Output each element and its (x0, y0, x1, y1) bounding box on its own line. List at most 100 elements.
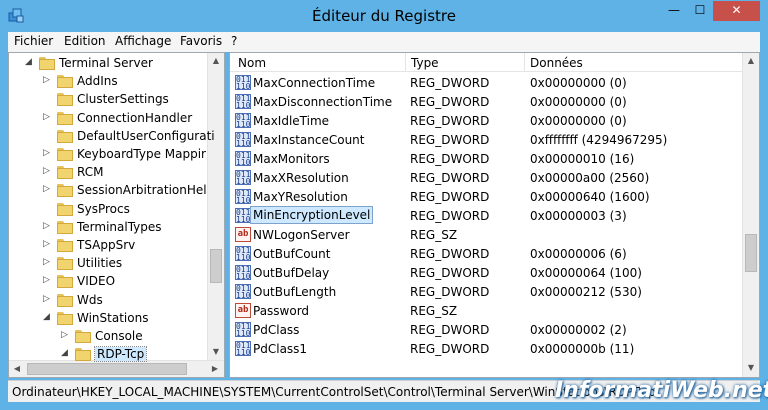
menu-help[interactable]: ? (231, 34, 237, 48)
folder-icon (57, 166, 73, 180)
binary-value-icon: 011 110 (235, 208, 251, 224)
binary-value-icon: 011 110 (235, 246, 251, 262)
expand-arrow-icon[interactable]: ▷ (43, 294, 53, 304)
column-header-name[interactable]: Nom (238, 56, 266, 70)
folder-icon (57, 75, 73, 89)
registry-value-row[interactable]: 011 110 MaxInstanceCount REG_DWORD 0xffffff… (230, 130, 743, 149)
value-name: OutBufCount (253, 247, 331, 261)
registry-value-row[interactable]: 011 110 MaxXResolution REG_DWORD 0x00000a00… (230, 168, 743, 187)
value-type: REG_DWORD (410, 342, 490, 356)
folder-icon (57, 129, 73, 143)
registry-value-row[interactable]: 011 110 PdClass REG_DWORD 0x00000002 (2) (230, 320, 743, 339)
tree-item-label: RDP-Tcp (93, 346, 148, 363)
value-type: REG_DWORD (410, 266, 490, 280)
binary-value-icon: 011 110 (235, 341, 251, 357)
title-bar[interactable]: Éditeur du Registre — ☐ ✕ (0, 0, 768, 32)
tree-item-label: AddIns (77, 74, 118, 89)
scroll-thumb[interactable] (745, 234, 757, 272)
list-vertical-scrollbar[interactable]: ▲ ▼ (742, 53, 759, 377)
value-type: REG_DWORD (410, 152, 490, 166)
column-divider[interactable] (524, 53, 525, 72)
registry-value-row[interactable]: 011 110 MaxYResolution REG_DWORD 0x00000640… (230, 187, 743, 206)
registry-value-row[interactable]: 011 110 MinEncryptionLevel REG_DWORD 0x0000… (230, 206, 743, 225)
expand-arrow-icon[interactable]: ▷ (43, 75, 53, 85)
binary-value-icon: 011 110 (235, 94, 251, 110)
scroll-down-arrow-icon[interactable]: ▼ (743, 360, 759, 376)
menu-fichier[interactable]: Fichier (14, 34, 53, 48)
scroll-up-arrow-icon[interactable]: ▲ (208, 53, 224, 69)
expand-arrow-icon[interactable]: ▷ (43, 239, 53, 249)
value-name: NWLogonServer (253, 228, 350, 242)
registry-value-row[interactable]: 011 110 OutBufLength REG_DWORD 0x00000212 (… (230, 282, 743, 301)
tree-item-label: DefaultUserConfigurati (77, 128, 215, 143)
scroll-thumb-horizontal[interactable] (27, 363, 187, 375)
value-name: PdClass1 (253, 342, 308, 356)
column-header-type[interactable]: Type (411, 56, 439, 70)
value-data: 0x0000000b (11) (530, 342, 635, 356)
registry-values-list[interactable]: Nom Type Données ▲ ▼ 011 110 MaxConnectio… (229, 52, 760, 378)
expand-arrow-icon[interactable]: ▷ (61, 330, 71, 340)
menu-affichage[interactable]: Affichage (115, 34, 171, 48)
column-divider[interactable] (405, 53, 406, 72)
menu-bar: Fichier Edition Affichage Favoris ? (8, 32, 760, 52)
registry-value-row[interactable]: 011 110 MaxDisconnectionTime REG_DWORD 0x00… (230, 92, 743, 111)
scroll-right-arrow-icon[interactable]: ▶ (207, 361, 223, 377)
collapse-arrow-icon[interactable]: ◢ (25, 57, 35, 67)
scroll-left-arrow-icon[interactable]: ◀ (9, 361, 25, 377)
registry-value-row[interactable]: 011 110 MaxMonitors REG_DWORD 0x00000010 (1… (230, 149, 743, 168)
folder-icon (57, 202, 73, 216)
value-type: REG_DWORD (410, 323, 490, 337)
registry-value-row[interactable]: 011 110 OutBufCount REG_DWORD 0x00000006 (6… (230, 244, 743, 263)
registry-value-row[interactable]: ab NWLogonServer REG_SZ (230, 225, 743, 244)
expand-arrow-icon[interactable]: ▷ (43, 275, 53, 285)
collapse-arrow-icon[interactable]: ◢ (61, 348, 71, 358)
registry-value-row[interactable]: 011 110 OutBufDelay REG_DWORD 0x00000064 (1… (230, 263, 743, 282)
value-name: Password (253, 304, 310, 318)
registry-tree[interactable]: ▲ ▼ ◀ ▶ ◢ Terminal Server ▷ AddIns ClusterSe… (8, 52, 225, 378)
value-name: MaxMonitors (253, 152, 330, 166)
folder-icon (57, 239, 73, 252)
binary-value-icon: 011 110 (235, 151, 251, 167)
expand-arrow-icon[interactable]: ▷ (43, 112, 53, 122)
menu-favoris[interactable]: Favoris (180, 34, 222, 48)
value-type: REG_DWORD (410, 285, 490, 299)
registry-editor-window: Éditeur du Registre — ☐ ✕ Fichier Editio… (0, 0, 768, 410)
watermark-logo: InformatiWeb.net (555, 378, 768, 403)
folder-icon (57, 93, 73, 107)
tree-item-label: TSAppSrv (77, 238, 136, 252)
tree-item-label: SessionArbitrationHel (77, 183, 207, 198)
tree-vertical-scrollbar[interactable]: ▲ ▼ (207, 53, 224, 360)
folder-icon (75, 348, 91, 362)
binary-value-icon: 011 110 (235, 189, 251, 205)
expand-arrow-icon[interactable]: ▷ (43, 221, 53, 231)
registry-value-row[interactable]: 011 110 MaxConnectionTime REG_DWORD 0x00000… (230, 73, 743, 92)
column-header-data[interactable]: Données (530, 56, 583, 70)
expand-arrow-icon[interactable]: ▷ (43, 148, 53, 158)
value-name: MaxInstanceCount (253, 133, 365, 147)
value-data: 0x00000006 (6) (530, 247, 627, 261)
tree-horizontal-scrollbar[interactable]: ◀ ▶ (9, 360, 224, 377)
value-name: MinEncryptionLevel (249, 206, 374, 224)
scroll-down-arrow-icon[interactable]: ▼ (208, 344, 224, 360)
expand-arrow-icon[interactable]: ▷ (43, 257, 53, 267)
minimize-button[interactable]: — (661, 1, 687, 21)
collapse-arrow-icon[interactable]: ◢ (43, 312, 53, 322)
folder-icon (39, 57, 55, 70)
maximize-button[interactable]: ☐ (687, 1, 713, 21)
value-type: REG_DWORD (410, 133, 490, 147)
scroll-thumb[interactable] (210, 249, 222, 283)
registry-value-row[interactable]: 011 110 MaxIdleTime REG_DWORD 0x00000000 (0… (230, 111, 743, 130)
string-value-icon: ab (235, 227, 251, 242)
scroll-up-arrow-icon[interactable]: ▲ (743, 53, 759, 69)
value-name: OutBufDelay (253, 266, 330, 280)
expand-arrow-icon[interactable]: ▷ (43, 184, 53, 194)
menu-edition[interactable]: Edition (64, 34, 106, 48)
folder-icon (57, 111, 73, 125)
registry-value-row[interactable]: ab Password REG_SZ (230, 301, 743, 320)
tree-item-label: Console (95, 329, 143, 343)
registry-value-row[interactable]: 011 110 PdClass1 REG_DWORD 0x0000000b (11) (230, 339, 743, 358)
close-button[interactable]: ✕ (713, 1, 760, 21)
value-name: MaxIdleTime (253, 114, 330, 128)
expand-arrow-icon[interactable]: ▷ (43, 166, 53, 176)
binary-value-icon: 011 110 (235, 322, 251, 338)
